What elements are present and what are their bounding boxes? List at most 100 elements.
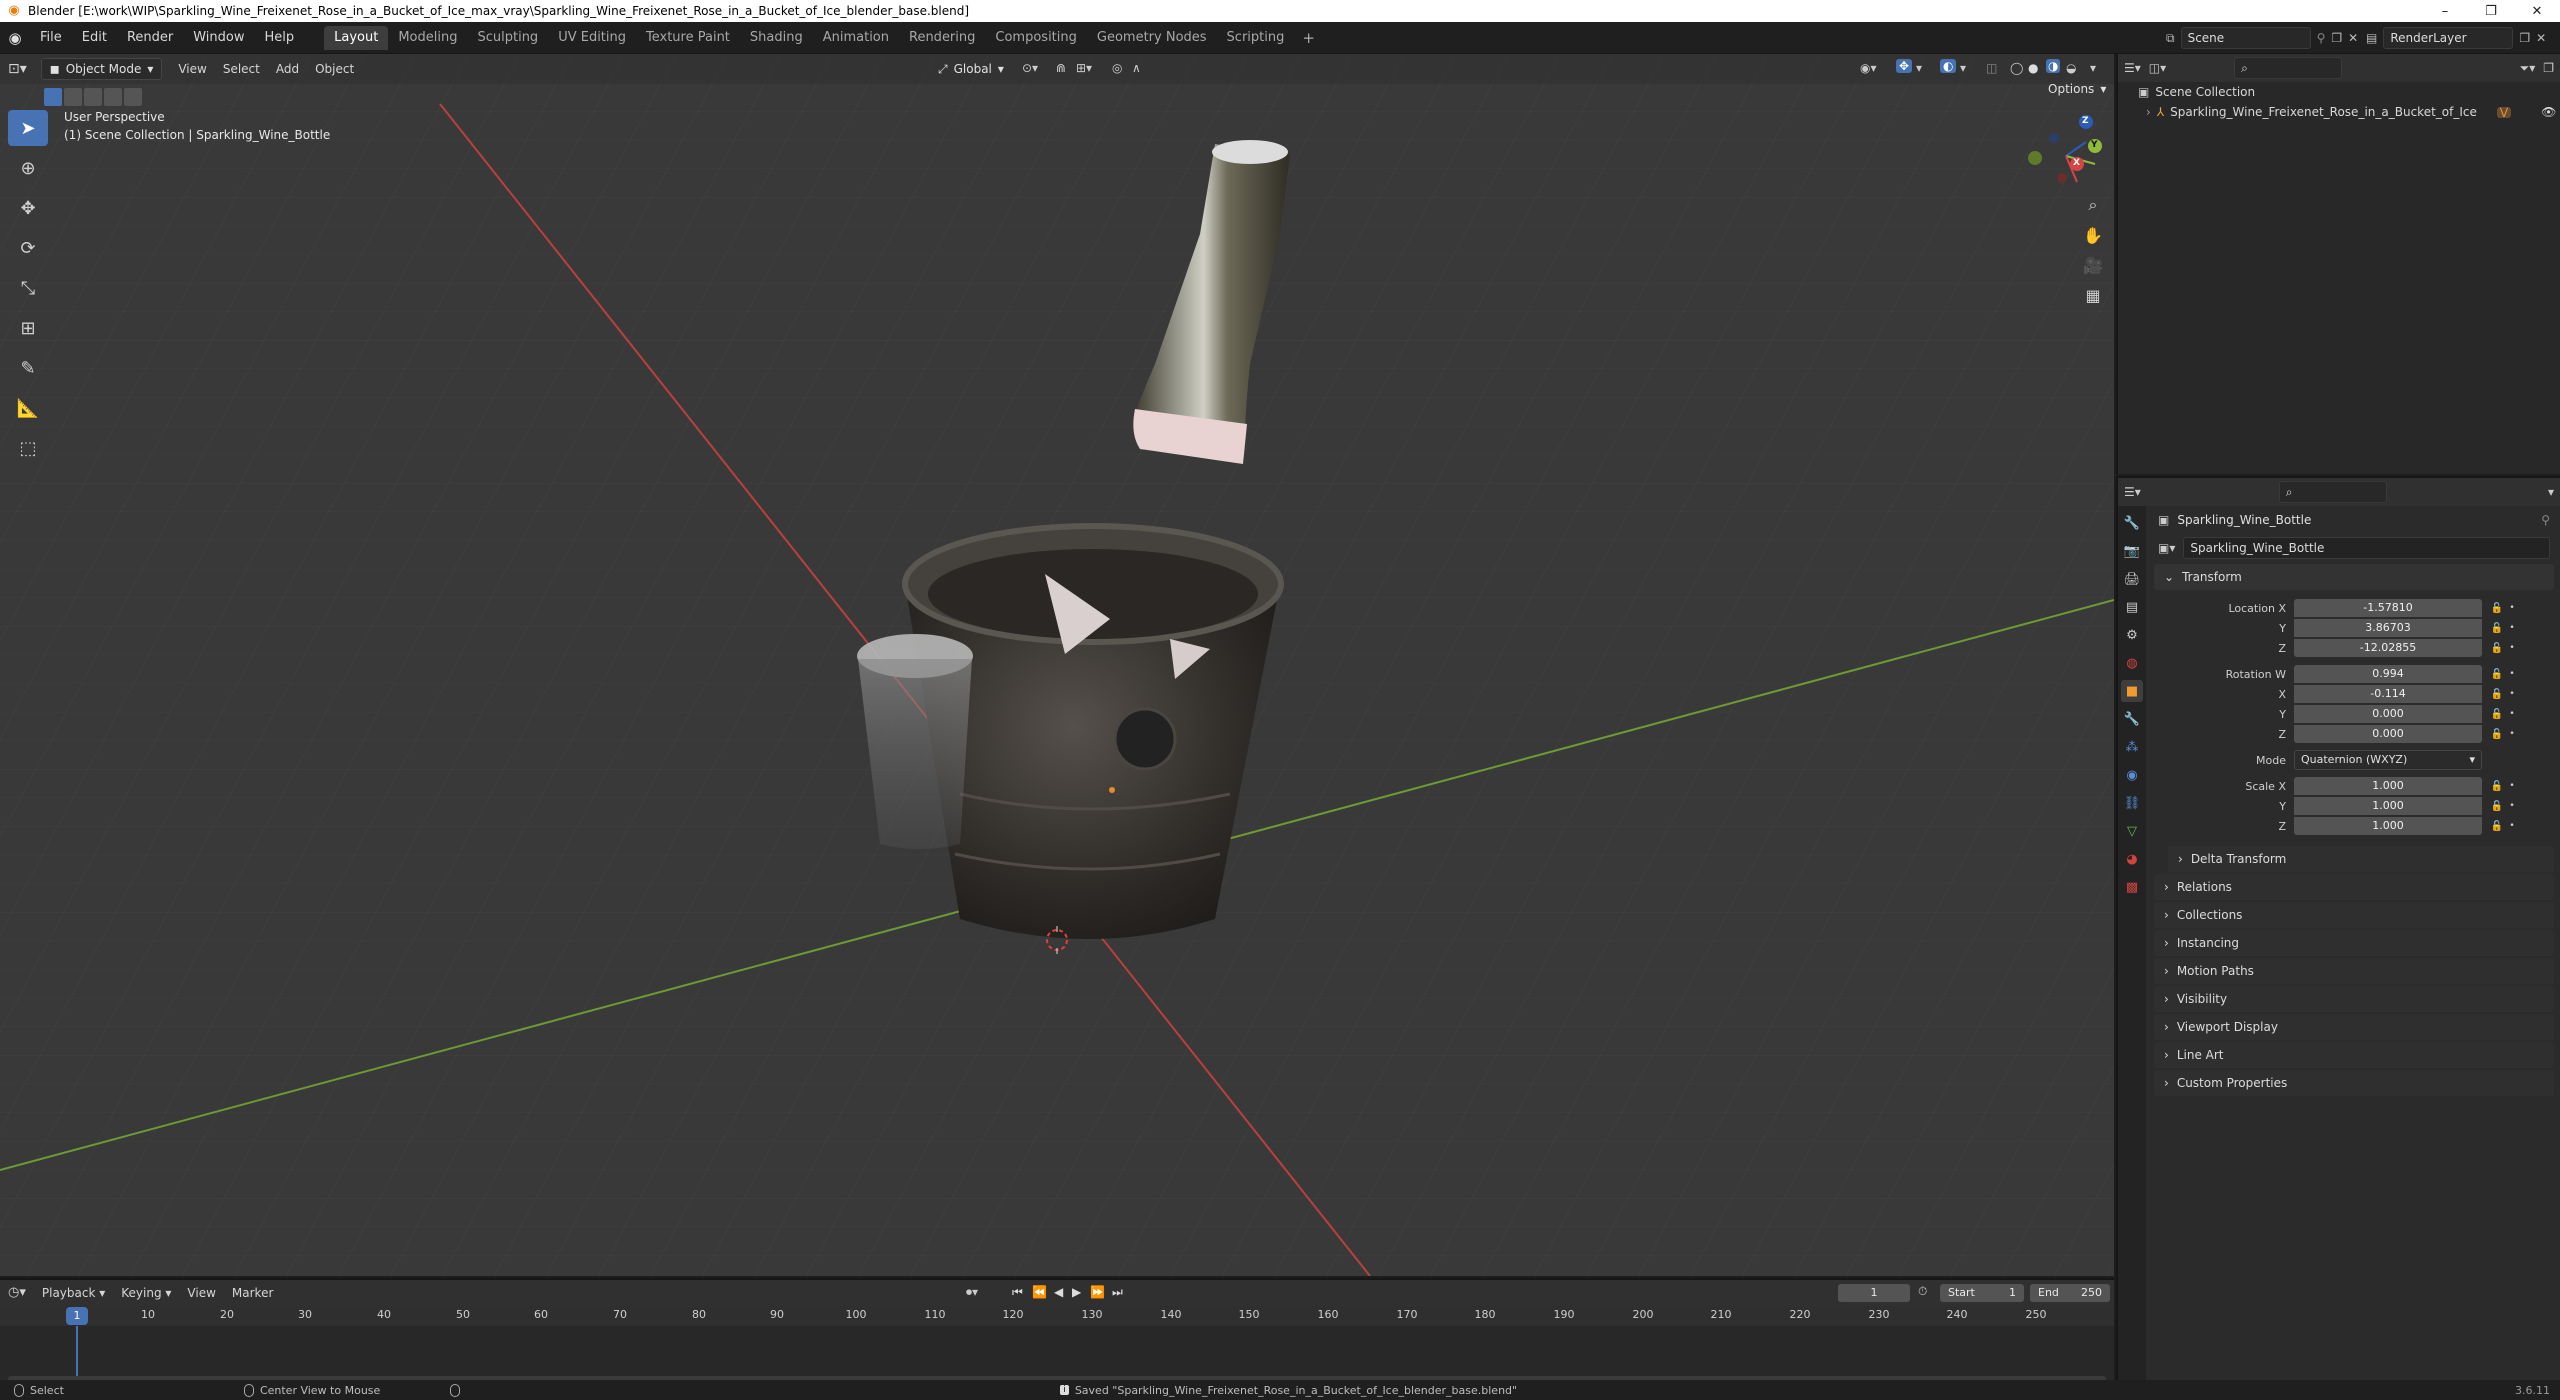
collections-panel-header[interactable]: › Collections bbox=[2154, 902, 2554, 928]
cursor-tool[interactable]: ⊕ bbox=[8, 150, 48, 186]
lock-icon[interactable]: 🔓 bbox=[2488, 709, 2506, 720]
scale-x-field[interactable]: 1.000 bbox=[2294, 777, 2482, 795]
xray-icon[interactable]: ◫ bbox=[1986, 61, 1997, 75]
properties-search-input[interactable]: ⌕ bbox=[2278, 481, 2387, 503]
view-layer-field[interactable]: RenderLayer bbox=[2383, 27, 2514, 49]
keyframe-dot-icon[interactable]: • bbox=[2506, 669, 2518, 679]
modifier-tab-icon[interactable]: 🔧 bbox=[2121, 708, 2143, 730]
tab-sculpting[interactable]: Sculpting bbox=[467, 26, 548, 50]
jump-keyframe-forward-icon[interactable]: ⏩ bbox=[1090, 1285, 1105, 1299]
tab-layout[interactable]: Layout bbox=[324, 25, 389, 50]
jump-end-icon[interactable]: ⏭ bbox=[1112, 1285, 1123, 1300]
snap-target-icon[interactable]: ⊞▾ bbox=[1076, 61, 1092, 75]
filter-icon[interactable]: ⏷▾ bbox=[2520, 61, 2536, 76]
lock-icon[interactable]: 🔓 bbox=[2488, 781, 2506, 792]
menu-file[interactable]: File bbox=[30, 26, 72, 50]
rendered-shading-icon[interactable]: ◒ bbox=[2066, 61, 2076, 75]
motion-paths-panel-header[interactable]: › Motion Paths bbox=[2154, 958, 2554, 984]
rotation-z-field[interactable]: 0.000 bbox=[2294, 725, 2482, 743]
minimize-button[interactable]: – bbox=[2422, 0, 2468, 22]
menu-playback[interactable]: Playback ▾ bbox=[34, 1282, 113, 1304]
menu-render[interactable]: Render bbox=[117, 26, 183, 50]
blender-menu-icon[interactable]: ◉ bbox=[0, 29, 30, 47]
material-shading-icon[interactable]: ◑ bbox=[2046, 59, 2061, 73]
expand-chevron-icon[interactable]: › bbox=[2146, 105, 2151, 119]
new-scene-icon[interactable]: ❐ bbox=[2331, 31, 2342, 45]
playhead-frame-label[interactable]: 1 bbox=[66, 1307, 88, 1325]
texture-tab-icon[interactable]: ▩ bbox=[2121, 876, 2143, 898]
lock-icon[interactable]: 🔓 bbox=[2488, 729, 2506, 740]
modifier-badge-icon[interactable]: ⋁ bbox=[2496, 106, 2512, 118]
select-extend-icon[interactable] bbox=[64, 88, 82, 106]
overlay-dropdown-icon[interactable]: ▾ bbox=[1960, 61, 1966, 75]
menu-keying[interactable]: Keying ▾ bbox=[113, 1282, 179, 1304]
lock-icon[interactable]: 🔓 bbox=[2488, 669, 2506, 680]
stopwatch-icon[interactable]: ⏱ bbox=[1918, 1284, 1927, 1299]
tab-geometry-nodes[interactable]: Geometry Nodes bbox=[1087, 26, 1217, 50]
editor-type-icon[interactable]: ☰▾ bbox=[2124, 61, 2141, 75]
gizmo-dropdown-icon[interactable]: ▾ bbox=[1916, 61, 1922, 75]
perspective-toggle-button[interactable]: ▦ bbox=[2078, 280, 2108, 310]
auto-keying-icon[interactable]: ⏺▾ bbox=[966, 1285, 978, 1300]
render-tab-icon[interactable]: 📷 bbox=[2121, 540, 2143, 562]
move-tool[interactable]: ✥ bbox=[8, 190, 48, 226]
delta-transform-panel-header[interactable]: › Delta Transform bbox=[2168, 846, 2554, 872]
pin-icon[interactable]: ⚲ bbox=[2317, 31, 2326, 45]
select-intersect-icon[interactable] bbox=[124, 88, 142, 106]
end-frame-field[interactable]: End 250 bbox=[2030, 1284, 2110, 1302]
play-icon[interactable]: ▶ bbox=[1072, 1285, 1081, 1299]
instancing-panel-header[interactable]: › Instancing bbox=[2154, 930, 2554, 956]
transform-panel-header[interactable]: ⌄ Transform bbox=[2154, 564, 2554, 590]
eye-icon[interactable]: 👁 bbox=[2541, 105, 2556, 119]
location-y-field[interactable]: 3.86703 bbox=[2294, 619, 2482, 637]
menu-window[interactable]: Window bbox=[183, 26, 254, 50]
start-frame-field[interactable]: Start 1 bbox=[1940, 1284, 2024, 1302]
lock-icon[interactable]: 🔓 bbox=[2488, 623, 2506, 634]
scale-z-field[interactable]: 1.000 bbox=[2294, 817, 2482, 835]
pan-view-button[interactable]: ✋ bbox=[2078, 220, 2108, 250]
visibility-icon[interactable]: ◉▾ bbox=[1860, 61, 1877, 75]
material-tab-icon[interactable]: ◕ bbox=[2121, 848, 2143, 870]
timeline-ruler[interactable]: 10 20 30 40 50 60 70 80 90 100 110 120 1… bbox=[0, 1306, 2114, 1388]
keyframe-dot-icon[interactable]: • bbox=[2506, 709, 2518, 719]
menu-marker[interactable]: Marker bbox=[224, 1282, 281, 1304]
outliner-row-scene-collection[interactable]: ▣ Scene Collection bbox=[2118, 82, 2560, 102]
jump-start-icon[interactable]: ⏮ bbox=[1012, 1285, 1023, 1300]
tab-modeling[interactable]: Modeling bbox=[388, 26, 467, 50]
lock-icon[interactable]: 🔓 bbox=[2488, 801, 2506, 812]
keyframe-dot-icon[interactable]: • bbox=[2506, 781, 2518, 791]
menu-help[interactable]: Help bbox=[255, 26, 305, 50]
outliner-row-object[interactable]: › ⅄ Sparkling_Wine_Freixenet_Rose_in_a_B… bbox=[2118, 102, 2560, 122]
physics-tab-icon[interactable]: ◉ bbox=[2121, 764, 2143, 786]
scale-tool[interactable]: ⤡ bbox=[8, 270, 48, 306]
keyframe-dot-icon[interactable]: • bbox=[2506, 623, 2518, 633]
falloff-icon[interactable]: ∧ bbox=[1132, 61, 1141, 75]
delete-scene-icon[interactable]: ✕ bbox=[2348, 31, 2358, 45]
editor-type-icon[interactable]: ◷▾ bbox=[0, 1282, 34, 1304]
mode-dropdown[interactable]: ◼ Object Mode ▾ bbox=[40, 58, 163, 80]
editor-type-icon[interactable]: ☰▾ bbox=[2124, 485, 2141, 499]
close-button[interactable]: ✕ bbox=[2514, 0, 2560, 22]
keyframe-dot-icon[interactable]: • bbox=[2506, 821, 2518, 831]
tab-animation[interactable]: Animation bbox=[813, 26, 899, 50]
tab-rendering[interactable]: Rendering bbox=[899, 26, 985, 50]
constraints-tab-icon[interactable]: ⛓ bbox=[2121, 792, 2143, 814]
keyframe-dot-icon[interactable]: • bbox=[2506, 643, 2518, 653]
delete-view-layer-icon[interactable]: ✕ bbox=[2536, 31, 2546, 45]
relations-panel-header[interactable]: › Relations bbox=[2154, 874, 2554, 900]
object-tab-icon[interactable]: ■ bbox=[2121, 680, 2143, 702]
location-x-field[interactable]: -1.57810 bbox=[2294, 599, 2482, 617]
menu-object[interactable]: Object bbox=[307, 58, 362, 80]
world-tab-icon[interactable]: ◍ bbox=[2121, 652, 2143, 674]
measure-tool[interactable]: 📐 bbox=[8, 390, 48, 426]
snap-icon[interactable]: ⋒ bbox=[1056, 61, 1066, 75]
keyframe-dot-icon[interactable]: • bbox=[2506, 603, 2518, 613]
keyframe-dot-icon[interactable]: • bbox=[2506, 689, 2518, 699]
object-name-field[interactable]: Sparkling_Wine_Bottle bbox=[2183, 537, 2550, 559]
location-z-field[interactable]: -12.02855 bbox=[2294, 639, 2482, 657]
select-invert-icon[interactable] bbox=[104, 88, 122, 106]
view-layer-selector[interactable]: ▤ RenderLayer ❐ ✕ bbox=[2366, 26, 2546, 50]
menu-timeline-view[interactable]: View bbox=[179, 1282, 223, 1304]
data-tab-icon[interactable]: ▽ bbox=[2121, 820, 2143, 842]
solid-shading-icon[interactable]: ● bbox=[2028, 61, 2038, 75]
